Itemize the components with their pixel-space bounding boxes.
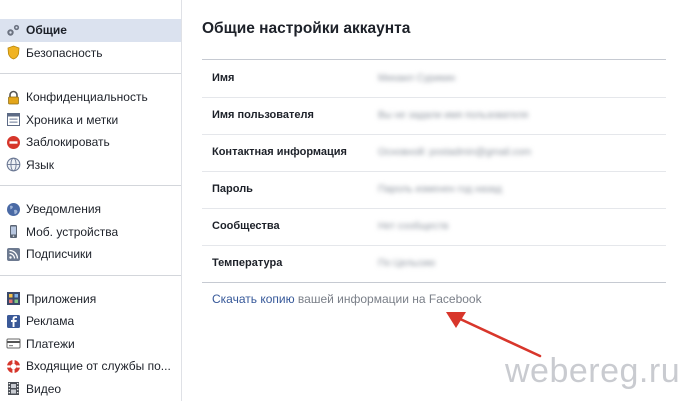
payments-icon [6,336,21,351]
row-value: Основной: postadmin@gmail.com [378,147,532,158]
shield-icon [6,45,21,60]
sidebar-divider [0,185,181,186]
sidebar-item-label: Приложения [26,291,97,306]
row-label: Контактная информация [212,146,347,158]
sidebar-item-language[interactable]: Язык [0,154,181,177]
sidebar-group-apps: Приложения Реклама Платежи Входящие от с… [0,288,181,401]
sidebar-item-label: Входящие от службы по... [26,359,171,374]
sidebar-item-video[interactable]: Видео [0,378,181,401]
sidebar-item-mobile[interactable]: Моб. устройства [0,221,181,244]
globe-icon [6,157,21,172]
watermark: webereg.ru [505,352,681,390]
sidebar-item-label: Безопасность [26,45,103,60]
sidebar-item-label: Реклама [26,314,75,329]
row-label: Имя пользователя [212,109,314,121]
ads-icon [6,314,21,329]
apps-icon [6,291,21,306]
row-value: Вы не задали имя пользователя [378,110,529,121]
settings-row-networks[interactable]: Сообщества Нет сообществ [202,208,666,246]
sidebar-item-label: Хроника и метки [26,112,119,127]
sidebar-item-label: Общие [26,23,67,38]
sidebar-group-privacy: Конфиденциальность Хроника и метки Забло… [0,86,181,176]
sidebar-item-general[interactable]: Общие [0,19,181,42]
row-label: Температура [212,257,283,269]
sidebar-item-notifications[interactable]: Уведомления [0,198,181,221]
settings-row-contact[interactable]: Контактная информация Основной: postadmi… [202,134,666,172]
settings-row-temperature[interactable]: Температура По Цельсию [202,245,666,283]
sidebar-divider [0,274,181,276]
row-value: Нет сообществ [378,221,449,232]
sidebar-item-support-inbox[interactable]: Входящие от службы по... [0,355,181,378]
row-value: Пароль изменен год назад [378,184,502,195]
download-copy-link[interactable]: Скачать копию [212,292,295,306]
sidebar-item-label: Уведомления [26,202,102,217]
settings-sidebar: Общие Безопасность Конфиденциальность Хр… [0,0,182,401]
sidebar-item-label: Моб. устройства [26,224,119,239]
sidebar-item-label: Язык [26,157,55,172]
row-value: Михаил Сурикин [378,73,456,84]
gears-icon [6,23,21,38]
sidebar-item-label: Платежи [26,336,75,351]
rss-icon [6,247,21,262]
mobile-icon [6,224,21,239]
sidebar-item-label: Видео [26,381,62,396]
block-icon [6,135,21,150]
sidebar-item-ads[interactable]: Реклама [0,310,181,333]
row-label: Пароль [212,183,253,195]
sidebar-item-label: Заблокировать [26,135,110,150]
page-title: Общие настройки аккаунта [202,20,411,37]
sidebar-item-label: Конфиденциальность [26,90,148,105]
lock-icon [6,90,21,105]
settings-row-password[interactable]: Пароль Пароль изменен год назад [202,171,666,209]
notifications-globe-icon [6,202,21,217]
row-label: Имя [212,72,235,84]
sidebar-group-general: Общие Безопасность [0,0,181,64]
timeline-icon [6,112,21,127]
settings-row-name[interactable]: Имя Михаил Сурикин [202,60,666,98]
row-label: Сообщества [212,220,280,232]
row-value: По Цельсию [378,258,436,269]
sidebar-divider [0,73,181,74]
sidebar-item-label: Подписчики [26,247,93,262]
sidebar-item-followers[interactable]: Подписчики [0,243,181,266]
lifebuoy-icon [6,359,21,374]
sidebar-item-timeline[interactable]: Хроника и метки [0,109,181,132]
sidebar-item-privacy[interactable]: Конфиденциальность [0,86,181,109]
video-icon [6,381,21,396]
sidebar-item-apps[interactable]: Приложения [0,288,181,311]
sidebar-item-security[interactable]: Безопасность [0,42,181,65]
sidebar-group-notifications: Уведомления Моб. устройства Подписчики [0,198,181,266]
sidebar-item-payments[interactable]: Платежи [0,333,181,356]
sidebar-item-blocking[interactable]: Заблокировать [0,131,181,154]
settings-row-username[interactable]: Имя пользователя Вы не задали имя пользо… [202,97,666,135]
